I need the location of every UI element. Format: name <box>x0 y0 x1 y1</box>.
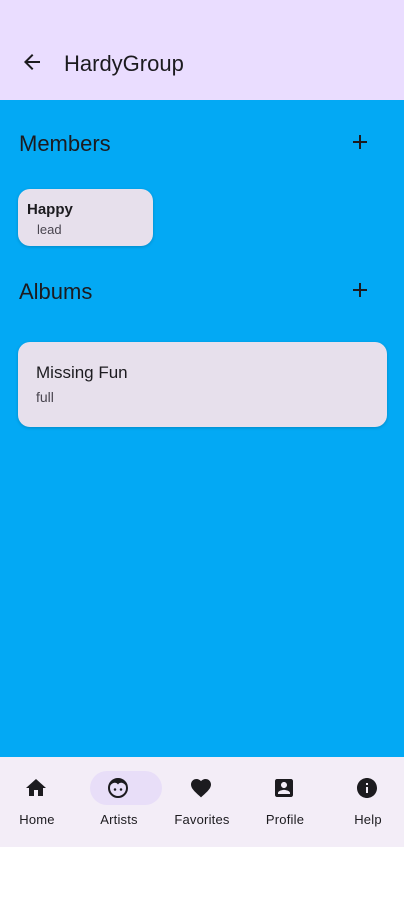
nav-label-home: Home <box>19 812 55 827</box>
bottom-navigation-bar: Home Artists Favorites Profile Help <box>0 757 404 847</box>
profile-icon <box>272 776 296 800</box>
member-card[interactable]: Happy lead <box>18 189 153 246</box>
members-section-title: Members <box>19 131 111 156</box>
page-title: HardyGroup <box>64 51 184 76</box>
plus-icon <box>348 278 372 307</box>
nav-label-favorites: Favorites <box>174 812 230 827</box>
add-member-button[interactable] <box>344 128 376 160</box>
nav-label-profile: Profile <box>265 812 305 827</box>
nav-item-profile[interactable]: Profile <box>245 757 325 847</box>
albums-section-title: Albums <box>19 279 93 304</box>
nav-item-help[interactable]: Help <box>328 757 404 847</box>
nav-item-home[interactable]: Home <box>0 757 77 847</box>
top-app-bar: HardyGroup <box>0 0 404 100</box>
main-content: Members Happy lead Albums Missing Fun fu… <box>0 100 404 757</box>
app-screen: HardyGroup Members Happy lead Albums Mis… <box>0 0 404 900</box>
plus-icon <box>348 130 372 159</box>
heart-icon <box>189 776 213 800</box>
member-name: Happy <box>27 201 73 218</box>
album-type: full <box>36 389 54 405</box>
album-title: Missing Fun <box>36 363 128 382</box>
nav-label-artists: Artists <box>100 812 138 827</box>
nav-label-help: Help <box>354 812 382 827</box>
info-icon <box>355 776 379 800</box>
member-role: lead <box>37 222 62 237</box>
album-card[interactable]: Missing Fun full <box>18 342 387 427</box>
arrow-back-icon <box>20 50 44 79</box>
add-album-button[interactable] <box>344 276 376 308</box>
home-icon <box>24 776 48 800</box>
face-icon <box>106 776 130 800</box>
nav-item-favorites[interactable]: Favorites <box>162 757 242 847</box>
back-button[interactable] <box>16 48 48 80</box>
nav-item-artists[interactable]: Artists <box>79 757 162 847</box>
